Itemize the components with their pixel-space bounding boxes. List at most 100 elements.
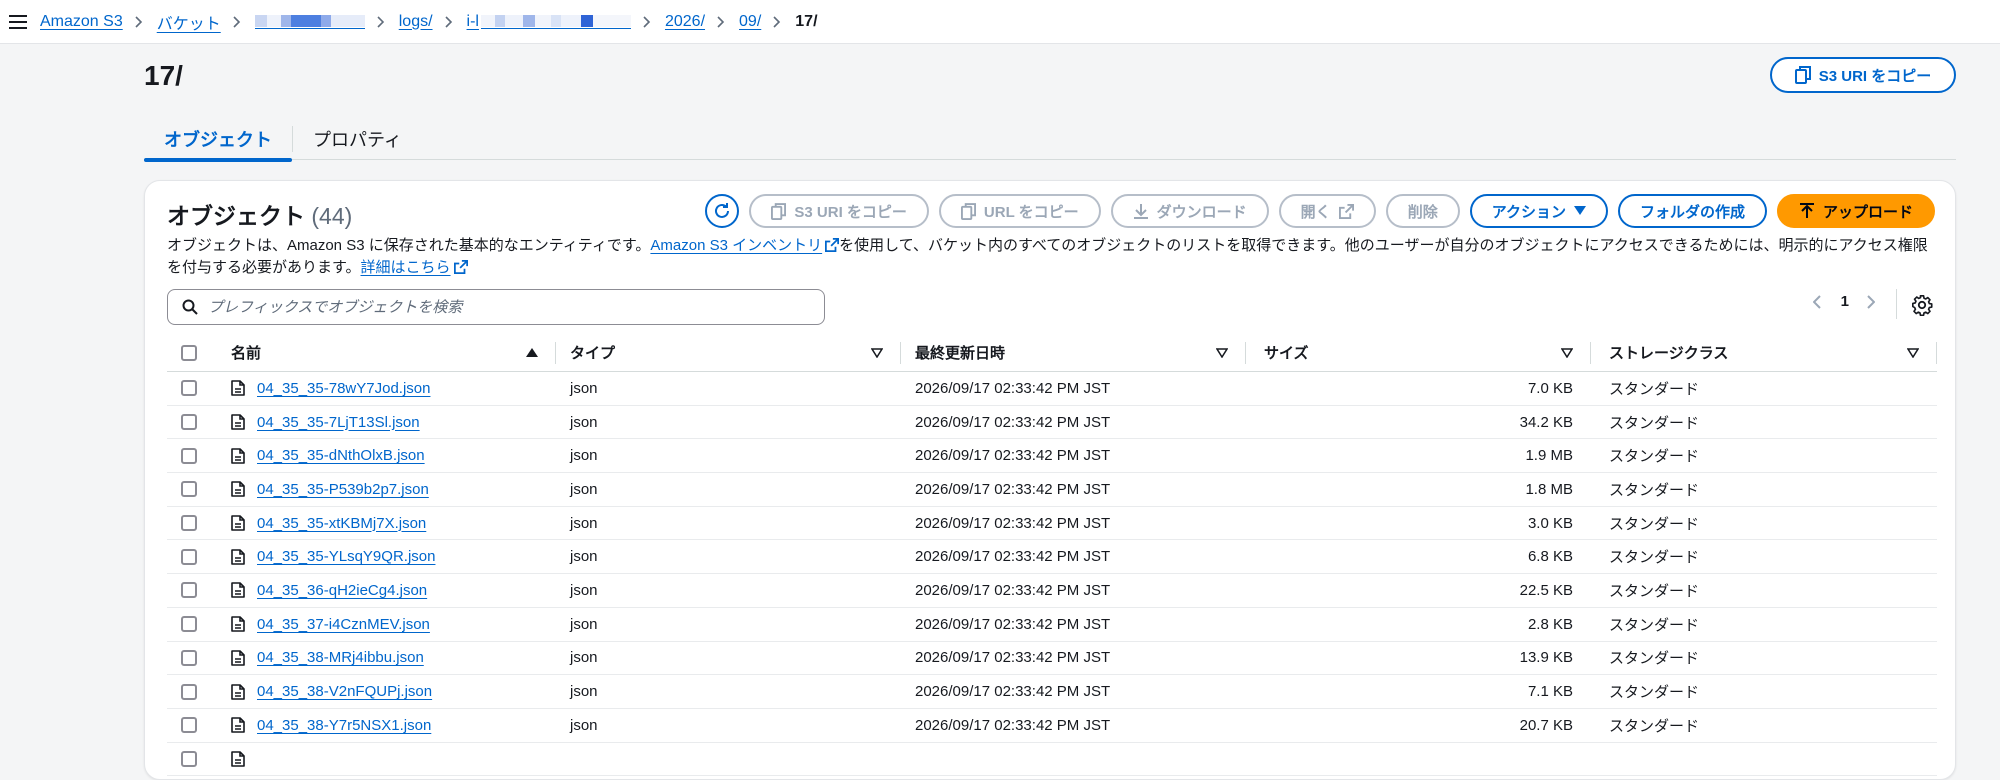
breadcrumb-year[interactable]: 2026/ [665,13,705,31]
table-row[interactable]: 04_35_38-V2nFQUPj.json json 2026/09/17 02:… [167,675,1937,709]
upload-button[interactable]: アップロード [1776,194,1935,228]
column-last-modified-label: 最終更新日時 [915,345,1006,362]
column-last-modified[interactable]: 最終更新日時 [901,334,1246,372]
object-name-link[interactable]: 04_35_37-i4CznMEV.json [257,616,430,633]
previous-page-icon[interactable] [1812,294,1823,309]
object-name-link[interactable]: 04_35_38-V2nFQUPj.json [257,683,432,700]
object-name-link[interactable]: 04_35_35-78wY7Jod.json [257,380,430,397]
row-checkbox[interactable] [181,515,197,532]
object-name-link[interactable]: 04_35_38-MRj4ibbu.json [257,649,424,666]
column-name[interactable]: 名前 [211,334,556,372]
open-button[interactable]: 開く [1278,194,1376,228]
table-row[interactable]: 04_35_38-Y7r5NSX1.json json 2026/09/17 02:… [167,709,1937,743]
row-checkbox[interactable] [181,447,197,464]
menu-icon[interactable] [0,0,40,44]
storage-class-cell: スタンダード [1609,650,1700,668]
file-icon [231,751,245,767]
breadcrumb-amazon-s3[interactable]: Amazon S3 [40,13,123,31]
table-row[interactable]: 04_35_35-7LjT13Sl.json json 2026/09/17 02:… [167,406,1937,440]
object-name-link[interactable]: 04_35_35-dNthOlxB.json [257,447,425,464]
search-input[interactable] [208,298,798,316]
table-row[interactable]: 04_35_38-MRj4ibbu.json json 2026/09/17 02:… [167,642,1937,676]
row-checkbox[interactable] [181,582,197,599]
name-cell [211,751,556,767]
external-link-icon [1338,203,1354,219]
file-icon [231,616,245,632]
name-cell: 04_35_38-Y7r5NSX1.json [211,717,556,734]
object-name-link[interactable]: 04_35_35-YLsqY9QR.json [257,548,435,565]
column-size[interactable]: サイズ [1246,334,1591,372]
last-modified-cell: 2026/09/17 02:33:42 PM JST [915,480,1111,498]
column-name-label: 名前 [231,345,262,362]
table-body: 04_35_35-78wY7Jod.jsonjson 2026/09/17 02:… [167,372,1937,777]
table-row[interactable]: 04_35_36-qH2ieCg4.json json 2026/09/17 02:… [167,574,1937,608]
row-checkbox[interactable] [181,649,197,666]
object-name-link[interactable]: 04_35_35-P539b2p7.json [257,481,429,498]
object-name-link[interactable]: 04_35_35-7LjT13Sl.json [257,414,420,431]
row-checkbox[interactable] [181,380,197,397]
file-icon [231,515,245,531]
type-cell: json [570,615,598,633]
next-page-icon[interactable] [1867,294,1877,309]
gear-icon[interactable] [1911,294,1933,316]
row-checkbox[interactable] [181,414,197,431]
inventory-link[interactable]: Amazon S3 インベントリ [650,237,822,254]
column-type[interactable]: タイプ [556,334,901,372]
row-checkbox-cell [167,447,211,464]
current-page[interactable]: 1 [1841,293,1849,310]
column-storage-class[interactable]: ストレージクラス [1591,334,1937,372]
table-row[interactable]: 04_35_35-78wY7Jod.json json 2026/09/17 02:… [167,372,1937,406]
search-field[interactable] [167,289,825,325]
row-checkbox-cell [167,616,211,633]
column-separator[interactable] [1936,341,1937,364]
row-checkbox[interactable] [181,548,197,565]
download-button[interactable]: ダウンロード [1110,194,1269,228]
objects-count: (44) [311,203,353,229]
table-row[interactable]: 04_35_37-i4CznMEV.json json 2026/09/17 02:… [167,608,1937,642]
table-row[interactable]: 04_35_35-P539b2p7.json json 2026/09/17 02:… [167,473,1937,507]
tab-properties[interactable]: プロパティ [293,118,422,160]
refresh-button[interactable] [705,194,740,228]
row-checkbox[interactable] [181,481,197,498]
object-name-link[interactable]: 04_35_36-qH2ieCg4.json [257,582,427,599]
breadcrumb-bucket-redacted[interactable] [254,15,365,29]
breadcrumb-buckets[interactable]: バケット [157,10,221,34]
tab-bar: オブジェクト プロパティ [144,118,1956,162]
row-checkbox-cell [167,683,211,700]
chevron-right-icon [444,15,455,29]
copy-s3-uri-toolbar-button[interactable]: S3 URI をコピー [749,194,929,228]
breadcrumb-logs[interactable]: logs/ [399,13,433,31]
breadcrumb-instance[interactable]: i-l [467,13,631,31]
select-all-checkbox[interactable] [181,344,197,361]
breadcrumb-month[interactable]: 09/ [739,13,761,31]
objects-toolbar: S3 URI をコピー URL をコピー ダウンロード 開く 削除 アクション … [705,194,1935,228]
row-checkbox[interactable] [181,717,197,734]
table-row[interactable]: 04_35_35-YLsqY9QR.json json 2026/09/17 02:… [167,540,1937,575]
name-cell: 04_35_36-qH2ieCg4.json [211,582,556,599]
last-modified-cell: 2026/09/17 02:33:42 PM JST [915,548,1111,566]
copy-s3-uri-button[interactable]: S3 URI をコピー [1770,57,1956,93]
storage-class-cell: スタンダード [1609,684,1700,702]
learn-more-label: 詳細はこちら [360,259,451,276]
row-checkbox[interactable] [181,750,197,767]
table-row[interactable]: 04_35_35-xtKBMj7X.json json 2026/09/17 02:… [167,507,1937,541]
learn-more-link[interactable]: 詳細はこちら [361,259,451,276]
delete-button[interactable]: 削除 [1385,194,1460,228]
actions-dropdown[interactable]: アクション [1469,194,1608,228]
copy-url-button[interactable]: URL をコピー [938,194,1101,228]
object-name-link[interactable]: 04_35_38-Y7r5NSX1.json [257,717,431,734]
name-cell: 04_35_37-i4CznMEV.json [211,616,556,633]
breadcrumb: Amazon S3 バケット logs/ i-l 2026/ 09/ 17/ [40,10,818,34]
object-name-link[interactable]: 04_35_35-xtKBMj7X.json [257,515,426,532]
tab-objects[interactable]: オブジェクト [144,118,292,162]
name-cell: 04_35_35-7LjT13Sl.json [211,414,556,431]
name-cell: 04_35_35-dNthOlxB.json [211,447,556,464]
row-checkbox[interactable] [181,616,197,633]
header-checkbox-cell [167,334,211,372]
table-row[interactable]: 04_35_35-dNthOlxB.json json 2026/09/17 02:… [167,439,1937,474]
file-icon [231,650,245,666]
file-icon [231,481,245,498]
row-checkbox[interactable] [181,683,197,700]
file-icon [231,447,245,464]
create-folder-button[interactable]: フォルダの作成 [1617,194,1767,228]
